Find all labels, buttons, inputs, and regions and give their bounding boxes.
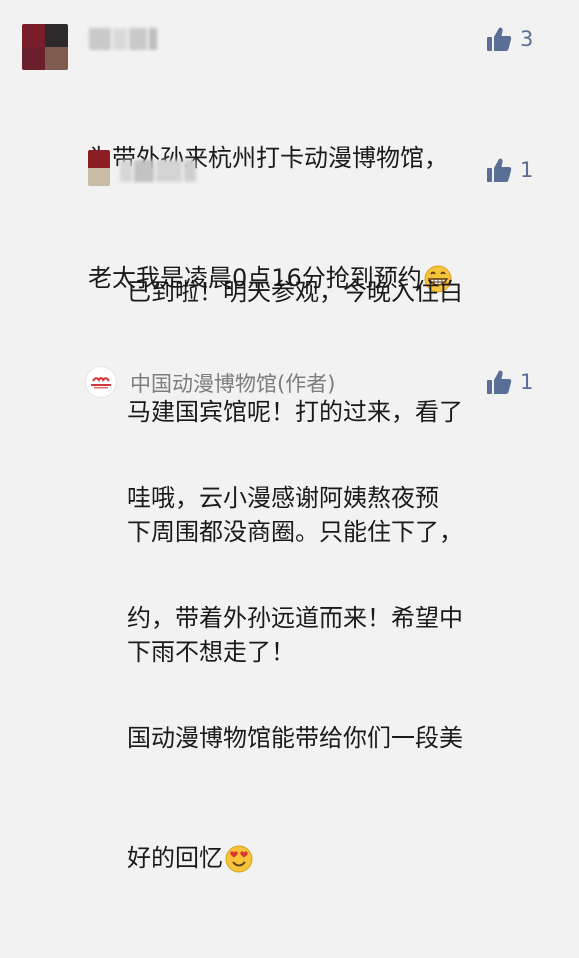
commenter-name-blurred	[120, 160, 196, 182]
author-avatar[interactable]	[86, 367, 116, 397]
comment-line: 已到啦！明天参观，今晚入住白	[127, 278, 463, 306]
like-button[interactable]: 1	[486, 157, 533, 183]
like-button[interactable]: 3	[486, 26, 533, 52]
thumbs-up-icon	[487, 27, 512, 51]
like-button[interactable]: 1	[486, 369, 533, 395]
like-count: 3	[520, 27, 534, 51]
comment-text: 哇哦，云小漫感谢阿姨熬夜预 约，带着外孙远道而来！希望中 国动漫博物馆能带给你们…	[127, 398, 572, 958]
thumbs-up-icon	[487, 370, 512, 394]
commenter-name-blurred	[89, 28, 157, 50]
comment-line: 好的回忆	[127, 838, 572, 878]
avatar[interactable]	[22, 24, 68, 70]
like-count: 1	[520, 158, 534, 182]
comment-line: 哇哦，云小漫感谢阿姨熬夜预	[127, 484, 439, 512]
heart-eyes-emoji	[225, 845, 253, 873]
like-count: 1	[520, 370, 534, 394]
author-name[interactable]: 中国动漫博物馆(作者)	[130, 368, 335, 398]
avatar[interactable]	[88, 150, 110, 186]
comment-line: 约，带着外孙远道而来！希望中	[127, 604, 463, 632]
comment-line: 国动漫博物馆能带给你们一段美	[127, 724, 463, 752]
thumbs-up-icon	[487, 158, 512, 182]
